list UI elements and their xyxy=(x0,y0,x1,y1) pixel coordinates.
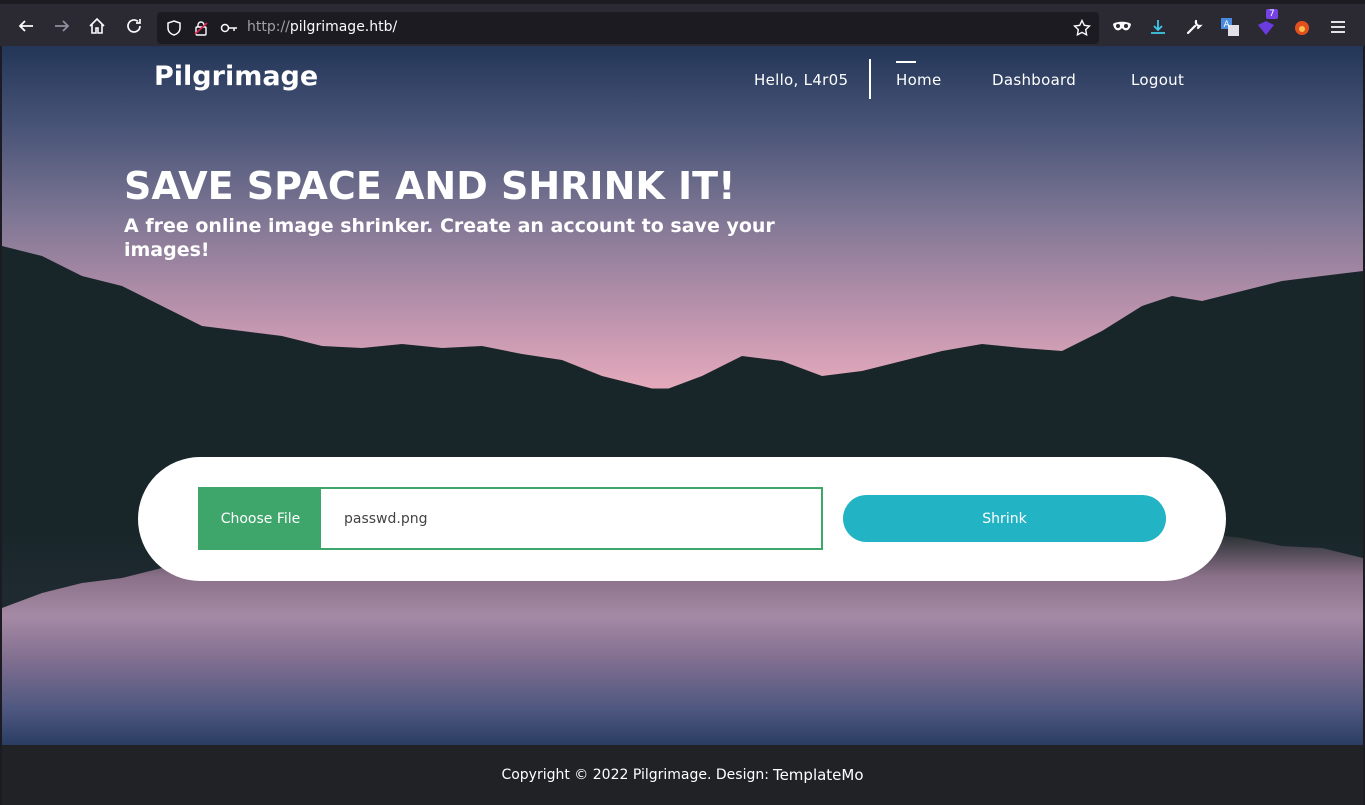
home-button[interactable] xyxy=(83,12,111,40)
forward-button[interactable] xyxy=(48,12,76,40)
templatemo-link[interactable]: TemplateMo xyxy=(773,766,864,784)
back-button[interactable] xyxy=(12,12,40,40)
private-mask-button[interactable] xyxy=(1108,13,1136,41)
url-protocol: http:// xyxy=(247,19,290,35)
brand-logo[interactable]: Pilgrimage xyxy=(154,61,318,92)
extension-cube-icon xyxy=(1258,21,1274,35)
shield-icon xyxy=(167,20,181,36)
foxyproxy-button[interactable] xyxy=(1288,13,1316,41)
reload-button[interactable] xyxy=(120,12,148,40)
reload-icon xyxy=(127,19,141,33)
extension-badge-button[interactable]: 7 xyxy=(1252,9,1280,41)
mountain-silhouette xyxy=(2,246,1363,446)
greeting-text: Hello, L4r05 xyxy=(754,71,849,89)
hamburger-menu-icon xyxy=(1331,21,1345,33)
footer: Copyright © 2022 Pilgrimage. Design: Tem… xyxy=(2,745,1363,805)
forward-arrow-icon xyxy=(55,20,70,32)
bookmark-star-icon[interactable] xyxy=(1073,19,1091,37)
back-arrow-icon xyxy=(18,20,33,32)
insecure-lock-icon xyxy=(194,21,208,36)
devtools-button[interactable] xyxy=(1180,13,1208,41)
choose-file-button[interactable]: Choose File xyxy=(200,489,321,548)
file-input[interactable]: Choose File passwd.png xyxy=(198,487,823,550)
menu-button[interactable] xyxy=(1324,13,1352,41)
nav-dashboard-link[interactable]: Dashboard xyxy=(992,71,1076,89)
nav-divider xyxy=(869,59,871,99)
hero-title: SAVE SPACE AND SHRINK IT! xyxy=(124,164,736,208)
url-text: http://pilgrimage.htb/ xyxy=(247,19,397,35)
browser-toolbar: http://pilgrimage.htb/ A 7 xyxy=(0,0,1365,46)
hero-subtitle: A free online image shrinker. Create an … xyxy=(124,215,775,261)
translate-icon: A xyxy=(1221,18,1239,36)
copyright-text: Copyright © 2022 Pilgrimage. Design: xyxy=(501,767,769,783)
url-host: pilgrimage.htb/ xyxy=(289,19,398,35)
active-nav-indicator xyxy=(896,61,916,63)
nav-home-link[interactable]: Home xyxy=(896,71,942,89)
translate-button[interactable]: A xyxy=(1216,13,1244,41)
wrench-icon xyxy=(1186,19,1203,35)
shrink-button[interactable]: Shrink xyxy=(843,495,1166,542)
key-icon xyxy=(220,23,237,33)
home-icon xyxy=(89,17,105,34)
download-icon xyxy=(1151,20,1165,34)
downloads-button[interactable] xyxy=(1144,13,1172,41)
svg-text:A: A xyxy=(1224,20,1231,30)
upload-form: Choose File passwd.png Shrink xyxy=(138,457,1226,581)
selected-file-name: passwd.png xyxy=(344,510,428,527)
nav-logout-link[interactable]: Logout xyxy=(1131,71,1184,89)
mask-icon xyxy=(1113,21,1131,31)
page-content: Pilgrimage Hello, L4r05 Home Dashboard L… xyxy=(2,46,1363,745)
fox-icon xyxy=(1295,21,1309,35)
extension-badge: 7 xyxy=(1266,9,1278,19)
address-bar[interactable]: http://pilgrimage.htb/ xyxy=(157,12,1099,44)
